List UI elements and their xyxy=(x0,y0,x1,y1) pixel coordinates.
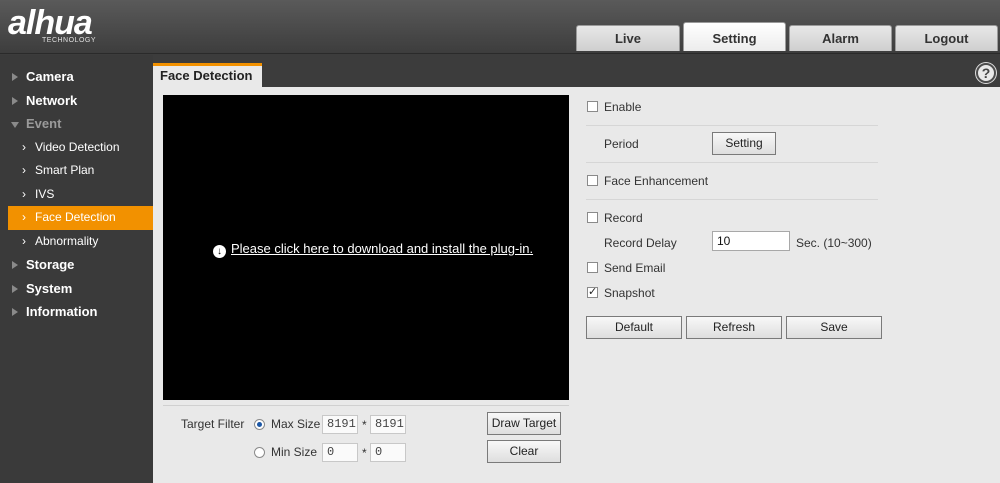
caret-down-icon xyxy=(11,122,19,128)
sidebar-item-smart-plan[interactable]: › Smart Plan xyxy=(0,159,153,183)
sidebar-item-storage[interactable]: Storage xyxy=(0,253,153,277)
help-icon[interactable]: ? xyxy=(976,63,996,83)
page-title: Face Detection xyxy=(153,63,262,87)
times-sign: * xyxy=(362,418,367,432)
video-preview: ↓ Please click here to download and insta… xyxy=(163,95,569,400)
caret-right-icon xyxy=(12,261,18,269)
sidebar-item-network[interactable]: Network xyxy=(0,89,153,113)
send-email-checkbox[interactable] xyxy=(587,262,598,273)
min-size-radio[interactable] xyxy=(254,447,265,458)
caret-right-icon xyxy=(12,308,18,316)
sidebar-item-label: Face Detection xyxy=(35,210,116,224)
top-header: alhua TECHNOLOGY Live Setting Alarm Logo… xyxy=(0,0,1000,54)
sidebar-item-label: Event xyxy=(26,116,62,131)
tab-live[interactable]: Live xyxy=(576,25,680,51)
draw-target-button[interactable]: Draw Target xyxy=(487,412,561,435)
chevron-right-icon: › xyxy=(22,163,26,177)
plugin-link-text: Please click here to download and instal… xyxy=(231,241,534,256)
tab-setting[interactable]: Setting xyxy=(683,22,786,51)
divider xyxy=(586,162,878,163)
clear-button[interactable]: Clear xyxy=(487,440,561,463)
record-label: Record xyxy=(604,211,643,225)
sidebar-item-abnormality[interactable]: › Abnormality xyxy=(0,230,153,254)
plugin-download-link[interactable]: ↓ Please click here to download and insta… xyxy=(213,241,533,258)
times-sign: * xyxy=(362,446,367,460)
record-checkbox[interactable] xyxy=(587,212,598,223)
target-filter-label: Target Filter xyxy=(181,417,245,431)
main-tabs: Live Setting Alarm Logout xyxy=(576,22,998,51)
sidebar-item-label: Storage xyxy=(26,257,75,272)
sidebar-item-event[interactable]: Event xyxy=(0,112,153,136)
face-detection-panel: ↓ Please click here to download and insta… xyxy=(153,87,1000,483)
period-label: Period xyxy=(604,137,639,151)
sidebar-item-information[interactable]: Information xyxy=(0,300,153,324)
caret-right-icon xyxy=(12,96,18,105)
send-email-label: Send Email xyxy=(604,261,666,275)
sidebar-item-label: Abnormality xyxy=(35,233,99,248)
divider xyxy=(586,125,878,126)
record-delay-input[interactable]: 10 xyxy=(712,231,790,251)
refresh-button[interactable]: Refresh xyxy=(686,316,782,339)
chevron-right-icon: › xyxy=(22,139,26,154)
caret-right-icon xyxy=(12,73,18,81)
sidebar-item-face-detection[interactable]: › Face Detection xyxy=(8,206,153,230)
sidebar-item-video-detection[interactable]: › Video Detection xyxy=(0,136,153,160)
max-width-input[interactable]: 8191 xyxy=(322,415,358,434)
main-area: Face Detection ? ↓ Please click here to d… xyxy=(153,55,1000,483)
chevron-right-icon: › xyxy=(22,186,26,201)
dahua-logo: alhua TECHNOLOGY xyxy=(8,6,96,44)
default-button[interactable]: Default xyxy=(586,316,682,339)
enable-label: Enable xyxy=(604,100,642,114)
divider xyxy=(163,405,569,406)
sidebar-item-system[interactable]: System xyxy=(0,277,153,301)
snapshot-checkbox[interactable] xyxy=(587,285,598,298)
divider xyxy=(586,199,878,200)
max-size-radio[interactable] xyxy=(254,419,265,430)
logo-text: alhua xyxy=(8,4,93,42)
sidebar-item-label: Smart Plan xyxy=(35,163,95,177)
sidebar-item-ivs[interactable]: › IVS xyxy=(0,183,153,207)
chevron-right-icon: › xyxy=(22,233,26,248)
record-delay-label: Record Delay xyxy=(604,236,677,250)
record-delay-hint: Sec. (10~300) xyxy=(796,236,872,250)
period-setting-button[interactable]: Setting xyxy=(712,132,776,155)
enable-checkbox[interactable] xyxy=(587,101,598,112)
face-enhancement-label: Face Enhancement xyxy=(604,174,709,188)
sidebar-item-label: Video Detection xyxy=(35,139,120,154)
min-height-input[interactable]: 0 xyxy=(370,443,406,462)
face-enhancement-checkbox[interactable] xyxy=(587,175,598,186)
max-height-input[interactable]: 8191 xyxy=(370,415,406,434)
min-width-input[interactable]: 0 xyxy=(322,443,358,462)
tab-logout[interactable]: Logout xyxy=(895,25,998,51)
snapshot-label: Snapshot xyxy=(604,286,655,300)
sidebar-item-label: Network xyxy=(26,92,78,108)
tab-alarm[interactable]: Alarm xyxy=(789,25,892,51)
caret-right-icon xyxy=(12,284,18,293)
sidebar-item-label: System xyxy=(26,280,73,296)
sidebar-item-label: IVS xyxy=(35,186,55,201)
chevron-right-icon: › xyxy=(22,210,26,224)
sidebar-nav: Camera Network Event › Video Detection ›… xyxy=(0,55,153,483)
sidebar-item-label: Camera xyxy=(26,69,74,84)
logo-tagline: TECHNOLOGY xyxy=(42,37,97,44)
min-size-label: Min Size xyxy=(271,445,318,459)
sidebar-item-camera[interactable]: Camera xyxy=(0,65,153,89)
sidebar-item-label: Information xyxy=(26,304,98,319)
download-icon: ↓ xyxy=(213,245,226,258)
max-size-label: Max Size xyxy=(271,417,321,431)
save-button[interactable]: Save xyxy=(786,316,882,339)
